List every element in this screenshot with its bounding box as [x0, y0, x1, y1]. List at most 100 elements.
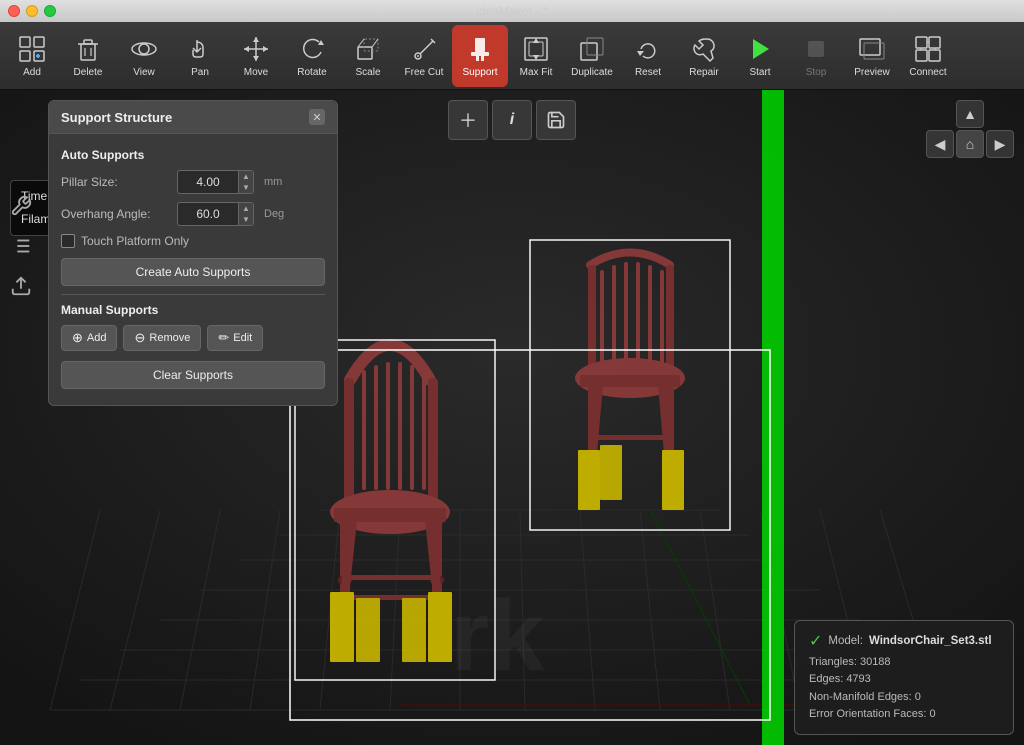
support-panel: Support Structure ✕ Auto Supports Pillar… — [48, 100, 338, 406]
panel-body: Auto Supports Pillar Size: ▲ ▼ mm Overha… — [49, 134, 337, 405]
toolbar-connect-label: Connect — [909, 67, 946, 78]
toolbar-scale-button[interactable]: Scale — [340, 25, 396, 87]
pillar-size-input-wrapper: ▲ ▼ — [177, 170, 254, 194]
toolbar-repair-label: Repair — [689, 67, 718, 78]
manual-add-button[interactable]: ⊕ Add — [61, 325, 117, 351]
edit-pencil-icon: ✏ — [218, 330, 229, 346]
nav-arrows: ▲ ◀ ⌂ ▶ — [926, 100, 1014, 158]
duplicate-icon — [576, 33, 608, 65]
viewport-add-button[interactable]: ＋ — [448, 100, 488, 140]
toolbar-preview-button[interactable]: Preview — [844, 25, 900, 87]
toolbar-move-label: Move — [244, 67, 268, 78]
toolbar-scale-label: Scale — [355, 67, 380, 78]
nav-left-button[interactable]: ◀ — [926, 130, 954, 158]
panel-title: Support Structure — [61, 110, 172, 125]
sidebar-list-button[interactable] — [5, 230, 37, 262]
sidebar-wrench-button[interactable] — [5, 190, 37, 222]
toolbar-stop-button[interactable]: Stop — [788, 25, 844, 87]
toolbar-freecut-button[interactable]: Free Cut — [396, 25, 452, 87]
toolbar-support-label: Support — [462, 67, 497, 78]
panel-header: Support Structure ✕ — [49, 101, 337, 134]
manual-supports-title: Manual Supports — [61, 303, 325, 317]
overhang-angle-unit: Deg — [264, 208, 284, 220]
nav-up-button[interactable]: ▲ — [956, 100, 984, 128]
svg-text:rk: rk — [450, 580, 545, 692]
touch-platform-label: Touch Platform Only — [81, 234, 189, 248]
toolbar-maxfit-label: Max Fit — [520, 67, 553, 78]
maximize-window-button[interactable] — [44, 5, 56, 17]
toolbar-add-button[interactable]: Add — [4, 25, 60, 87]
toolbar-stop-label: Stop — [806, 67, 827, 78]
toolbar-delete-label: Delete — [74, 67, 103, 78]
pillar-size-input[interactable] — [178, 171, 238, 193]
view-icon — [128, 33, 160, 65]
viewport-save-button[interactable] — [536, 100, 576, 140]
toolbar-connect-button[interactable]: Connect — [900, 25, 956, 87]
toolbar-view-label: View — [133, 67, 155, 78]
create-auto-supports-button[interactable]: Create Auto Supports — [61, 258, 325, 286]
toolbar-support-button[interactable]: Support — [452, 25, 508, 87]
pillar-size-label: Pillar Size: — [61, 175, 171, 189]
add-icon — [16, 33, 48, 65]
sidebar-upload-button[interactable] — [5, 270, 37, 302]
toolbar-rotate-label: Rotate — [297, 67, 326, 78]
traffic-lights — [8, 5, 56, 17]
toolbar-duplicate-button[interactable]: Duplicate — [564, 25, 620, 87]
delete-icon — [72, 33, 104, 65]
info-non-manifold: Non-Manifold Edges: 0 — [809, 689, 999, 707]
overhang-angle-input-wrapper: ▲ ▼ — [177, 202, 254, 226]
viewport[interactable]: rk Time: 1 hours, 17 min, 25 sec Filamen… — [0, 90, 1024, 745]
minimize-window-button[interactable] — [26, 5, 38, 17]
toolbar-reset-button[interactable]: Reset — [620, 25, 676, 87]
pillar-size-unit: mm — [264, 176, 282, 188]
pillar-size-row: Pillar Size: ▲ ▼ mm — [61, 170, 325, 194]
pillar-size-spinners: ▲ ▼ — [238, 171, 253, 193]
reset-icon — [632, 33, 664, 65]
nav-right-button[interactable]: ▶ — [986, 130, 1014, 158]
toolbar-move-button[interactable]: Move — [228, 25, 284, 87]
pillar-size-down-button[interactable]: ▼ — [239, 182, 253, 193]
touch-platform-checkbox[interactable] — [61, 234, 75, 248]
toolbar-repair-button[interactable]: Repair — [676, 25, 732, 87]
titlebar: ideaMaker - * — [0, 0, 1024, 22]
panel-close-button[interactable]: ✕ — [309, 109, 325, 125]
preview-icon — [856, 33, 888, 65]
toolbar-freecut-label: Free Cut — [405, 67, 444, 78]
manual-supports-buttons: ⊕ Add ⊖ Remove ✏ Edit — [61, 325, 325, 351]
nav-home-button[interactable]: ⌂ — [956, 130, 984, 158]
manual-remove-label: Remove — [149, 332, 190, 344]
connect-icon — [912, 33, 944, 65]
check-icon: ✓ — [809, 631, 822, 651]
toolbar-maxfit-button[interactable]: Max Fit — [508, 25, 564, 87]
toolbar-start-button[interactable]: Start — [732, 25, 788, 87]
start-icon — [744, 33, 776, 65]
viewport-info-button[interactable]: i — [492, 100, 532, 140]
toolbar-duplicate-label: Duplicate — [571, 67, 613, 78]
stop-icon — [800, 33, 832, 65]
panel-divider — [61, 294, 325, 295]
pan-icon — [184, 33, 216, 65]
manual-remove-button[interactable]: ⊖ Remove — [123, 325, 201, 351]
toolbar-view-button[interactable]: View — [116, 25, 172, 87]
scale-icon — [352, 33, 384, 65]
repair-icon — [688, 33, 720, 65]
toolbar-delete-button[interactable]: Delete — [60, 25, 116, 87]
info-error-orientation: Error Orientation Faces: 0 — [809, 706, 999, 724]
left-sidebar — [0, 180, 42, 302]
rotate-icon — [296, 33, 328, 65]
viewport-toolbar: ＋ i — [448, 100, 576, 140]
overhang-angle-down-button[interactable]: ▼ — [239, 214, 253, 225]
overhang-angle-input[interactable] — [178, 203, 238, 225]
clear-supports-button[interactable]: Clear Supports — [61, 361, 325, 389]
toolbar-add-label: Add — [23, 67, 41, 78]
close-window-button[interactable] — [8, 5, 20, 17]
pillar-size-up-button[interactable]: ▲ — [239, 171, 253, 182]
touch-platform-row: Touch Platform Only — [61, 234, 325, 248]
overhang-angle-up-button[interactable]: ▲ — [239, 203, 253, 214]
toolbar-pan-button[interactable]: Pan — [172, 25, 228, 87]
manual-edit-button[interactable]: ✏ Edit — [207, 325, 263, 351]
manual-add-label: Add — [87, 332, 107, 344]
toolbar-start-label: Start — [749, 67, 770, 78]
toolbar-rotate-button[interactable]: Rotate — [284, 25, 340, 87]
overhang-angle-row: Overhang Angle: ▲ ▼ Deg — [61, 202, 325, 226]
